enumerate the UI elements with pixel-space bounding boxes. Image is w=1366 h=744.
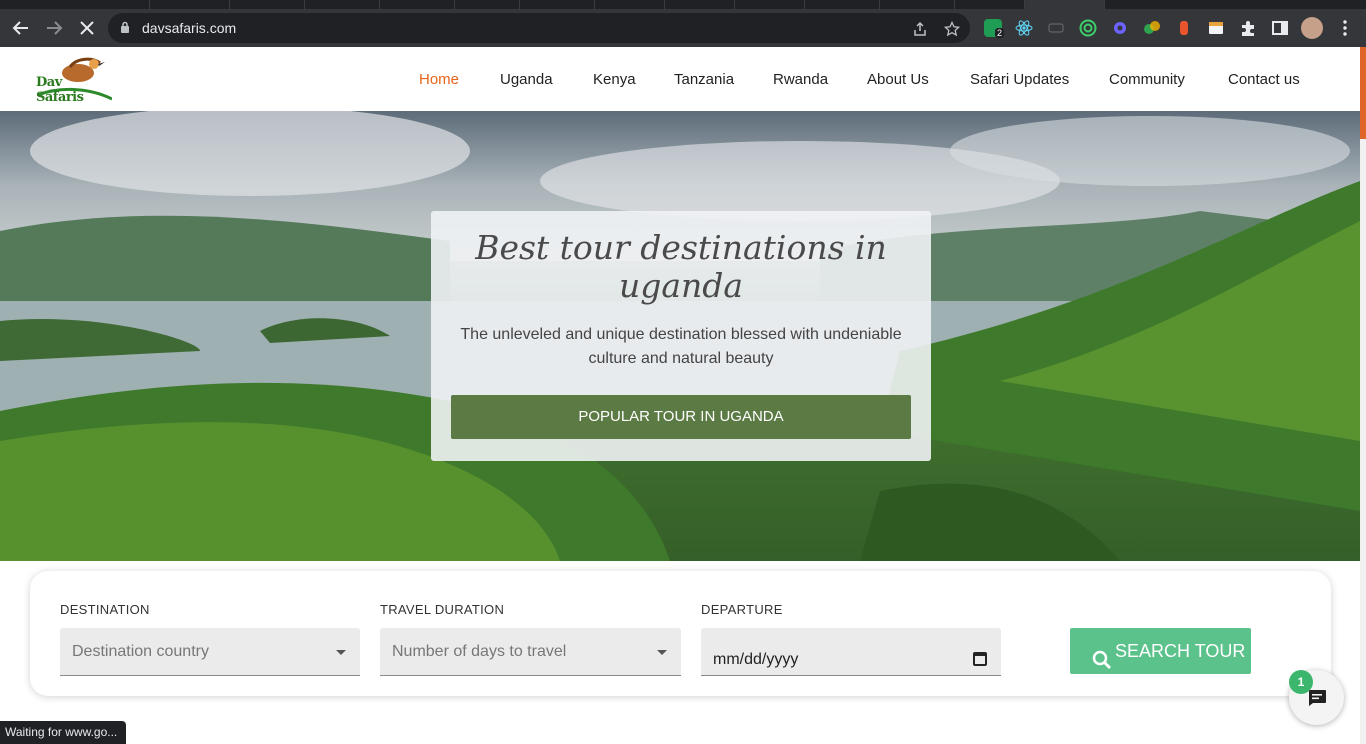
- nav-rwanda[interactable]: Rwanda: [773, 71, 828, 88]
- site-header: Dav Safaris Home Uganda Kenya Tanzania R…: [0, 47, 1360, 111]
- puzzle-extensions-icon[interactable]: [1239, 19, 1257, 37]
- popular-tour-button[interactable]: POPULAR TOUR IN UGANDA: [451, 395, 911, 439]
- browser-tab[interactable]: [0, 0, 150, 9]
- target-extension-icon[interactable]: [1079, 19, 1097, 37]
- page-scrollbar[interactable]: [1360, 47, 1366, 744]
- duration-select[interactable]: Number of days to travel: [380, 628, 681, 676]
- destination-placeholder: Destination country: [72, 643, 209, 660]
- duration-label: TRAVEL DURATION: [380, 602, 505, 617]
- color-extension-icon[interactable]: [1143, 19, 1161, 37]
- nav-tanzania[interactable]: Tanzania: [674, 71, 734, 88]
- react-devtools-icon[interactable]: [1015, 19, 1033, 37]
- gear-extension-icon[interactable]: [1111, 19, 1129, 37]
- nav-community[interactable]: Community: [1109, 71, 1185, 88]
- tab-strip: [0, 0, 1366, 9]
- stop-loading-icon[interactable]: [76, 17, 98, 39]
- hero-banner: Best tour destinations in uganda The unl…: [0, 111, 1360, 561]
- hero-card: Best tour destinations in uganda The unl…: [431, 211, 931, 461]
- duration-placeholder: Number of days to travel: [392, 643, 567, 660]
- scrollbar-thumb[interactable]: [1360, 47, 1366, 139]
- kebab-menu-icon[interactable]: [1336, 19, 1354, 37]
- address-bar[interactable]: davsafaris.com: [108, 13, 970, 43]
- back-icon[interactable]: [10, 17, 32, 39]
- browser-tab[interactable]: [520, 0, 595, 9]
- destination-select[interactable]: Destination country: [60, 628, 360, 676]
- chat-icon: [1307, 689, 1327, 712]
- calendar-icon[interactable]: [973, 652, 987, 666]
- browser-tab[interactable]: [455, 0, 520, 9]
- notes-extension-icon[interactable]: [1207, 19, 1225, 37]
- rocket-extension-icon[interactable]: [1175, 19, 1193, 37]
- extension-badge: 2: [995, 28, 1005, 38]
- nav-home[interactable]: Home: [419, 71, 459, 88]
- destination-label: DESTINATION: [60, 602, 150, 617]
- browser-tab[interactable]: [735, 0, 805, 9]
- search-icon: [1092, 641, 1112, 687]
- departure-date-value: mm/dd/yyyy: [713, 651, 799, 668]
- nav-contact-us[interactable]: Contact us: [1228, 71, 1300, 88]
- url-text[interactable]: davsafaris.com: [142, 20, 236, 36]
- browser-status-text: Waiting for www.go...: [0, 721, 127, 744]
- logo-text: Dav Safaris: [36, 75, 84, 105]
- side-panel-icon[interactable]: [1271, 19, 1289, 37]
- browser-tab[interactable]: [380, 0, 455, 9]
- site-logo[interactable]: Dav Safaris: [30, 53, 113, 109]
- browser-tab[interactable]: [665, 0, 735, 9]
- nav-safari-updates[interactable]: Safari Updates: [970, 71, 1069, 88]
- departure-label: DEPARTURE: [701, 602, 783, 617]
- nav-kenya[interactable]: Kenya: [593, 71, 636, 88]
- share-icon[interactable]: [912, 21, 928, 37]
- browser-tab-active[interactable]: [1025, 0, 1105, 9]
- extension-icon[interactable]: [1047, 19, 1065, 37]
- nav-uganda[interactable]: Uganda: [500, 71, 553, 88]
- tour-search-panel: DESTINATION Destination country TRAVEL D…: [30, 571, 1331, 696]
- hero-subtitle: The unleveled and unique destination ble…: [460, 326, 902, 367]
- search-tour-label: SEARCH TOUR: [1115, 641, 1246, 661]
- shield-extension-icon[interactable]: 2: [984, 19, 1005, 38]
- chat-unread-badge: 1: [1289, 670, 1313, 694]
- browser-tab[interactable]: [595, 0, 665, 9]
- browser-tab[interactable]: [150, 0, 230, 9]
- profile-avatar[interactable]: [1301, 17, 1323, 39]
- browser-tab[interactable]: [305, 0, 380, 9]
- browser-tab[interactable]: [955, 0, 1025, 9]
- hero-title: Best tour destinations in uganda: [475, 228, 887, 305]
- search-tour-button[interactable]: SEARCH TOUR: [1070, 628, 1251, 674]
- lock-icon[interactable]: [120, 21, 130, 39]
- forward-icon[interactable]: [43, 17, 65, 39]
- browser-tab[interactable]: [230, 0, 305, 9]
- browser-toolbar: davsafaris.com 2: [0, 9, 1366, 47]
- browser-tab[interactable]: [880, 0, 955, 9]
- chevron-down-icon: [657, 650, 667, 655]
- departure-date-input[interactable]: mm/dd/yyyy: [701, 628, 1001, 676]
- bookmark-star-icon[interactable]: [943, 20, 961, 37]
- chevron-down-icon: [336, 650, 346, 655]
- browser-tab[interactable]: [805, 0, 880, 9]
- nav-about-us[interactable]: About Us: [867, 71, 929, 88]
